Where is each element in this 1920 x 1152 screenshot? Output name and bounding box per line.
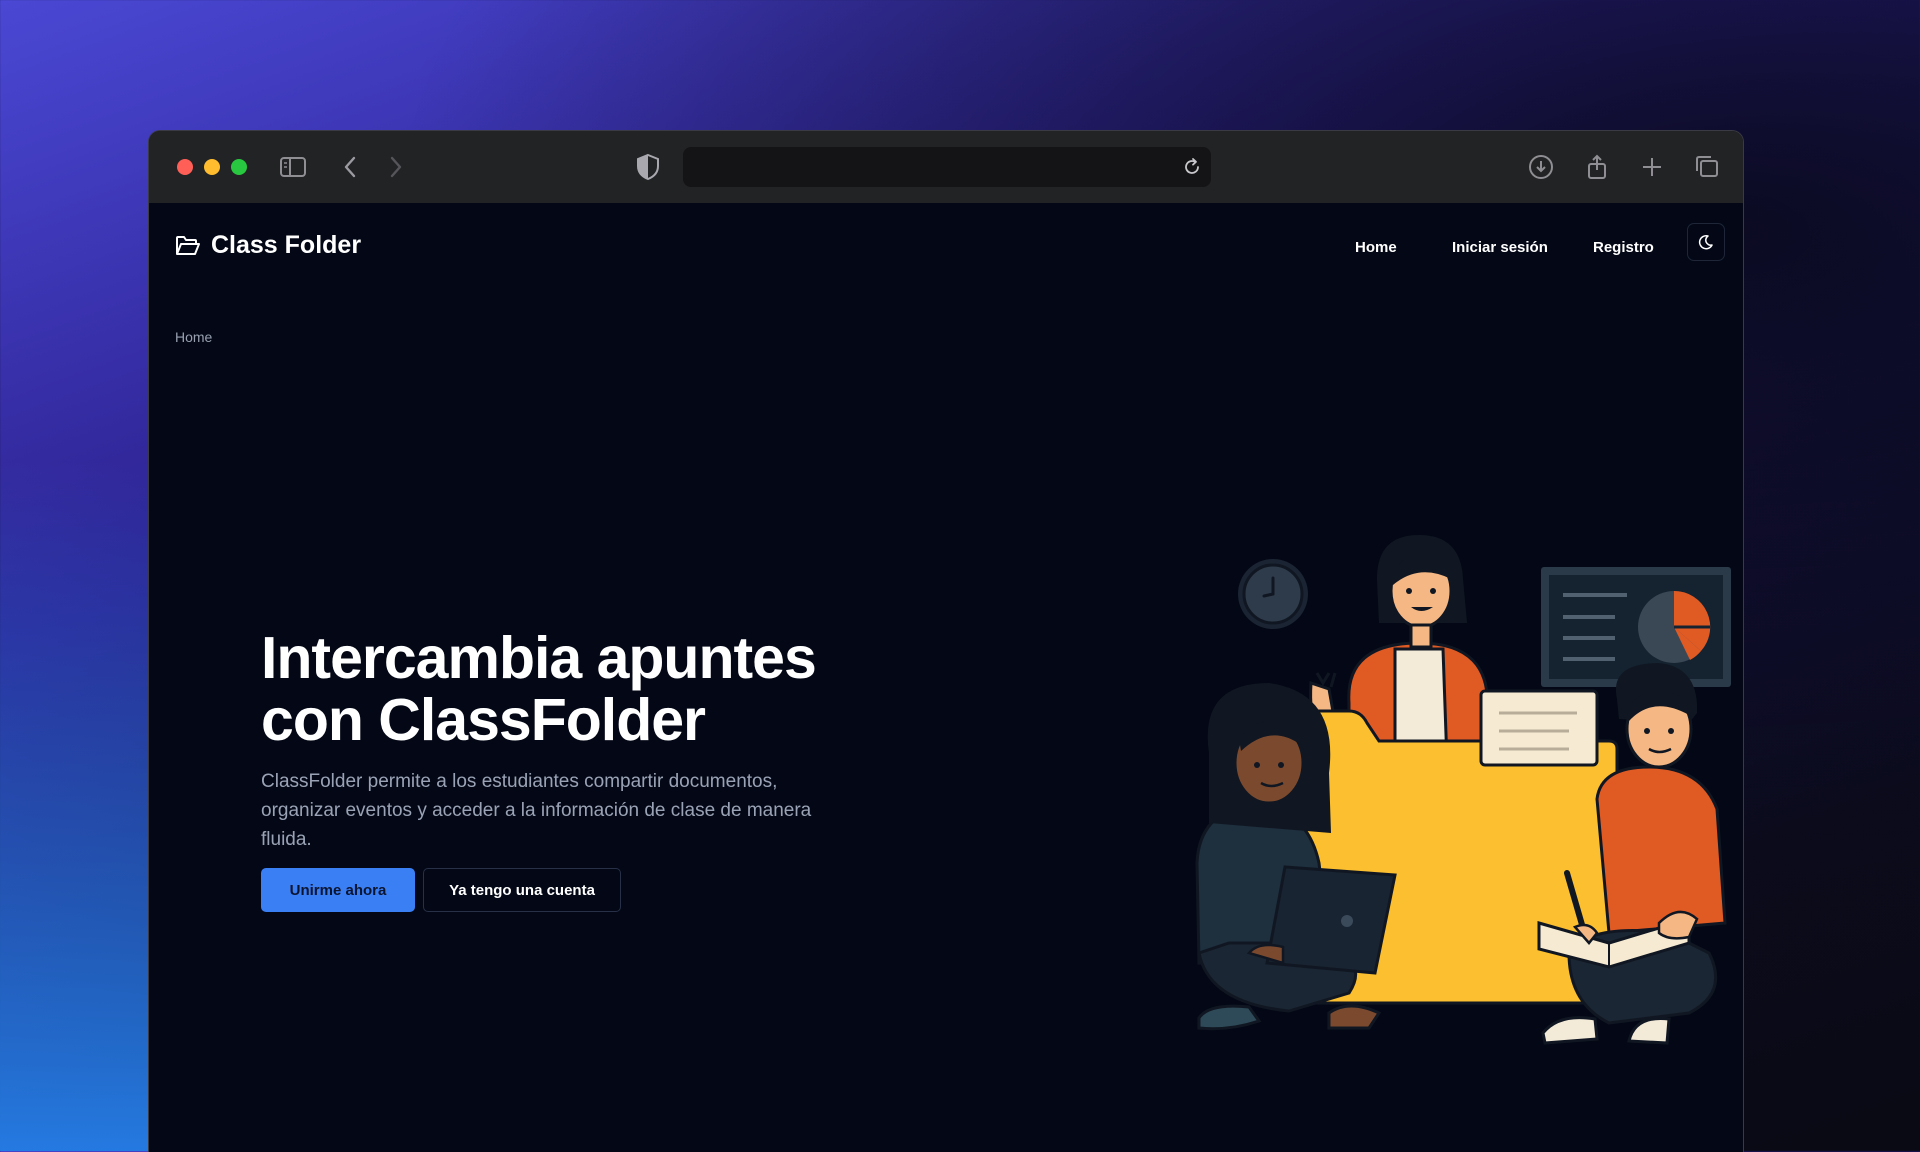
minimize-window-button[interactable] [204, 159, 220, 175]
forward-icon[interactable] [381, 153, 409, 181]
shield-icon[interactable] [635, 153, 661, 181]
close-window-button[interactable] [177, 159, 193, 175]
back-icon[interactable] [337, 153, 365, 181]
new-tab-icon[interactable] [1638, 153, 1666, 181]
share-icon[interactable] [1583, 153, 1611, 181]
nav-home[interactable]: Home [1355, 239, 1397, 256]
theme-toggle-button[interactable] [1687, 223, 1725, 261]
brand-name: Class Folder [211, 231, 362, 259]
download-icon[interactable] [1527, 153, 1555, 181]
nav-login[interactable]: Iniciar sesión [1452, 239, 1548, 256]
browser-window: Class Folder Home Iniciar sesión Registr… [148, 130, 1744, 1152]
have-account-button[interactable]: Ya tengo una cuenta [423, 868, 621, 912]
address-bar[interactable] [683, 147, 1211, 187]
sidebar-icon[interactable] [279, 153, 307, 181]
hero-title: Intercambia apuntes con ClassFolder [261, 625, 817, 753]
hero-description: ClassFolder permite a los estudiantes co… [261, 771, 812, 850]
join-now-button[interactable]: Unirme ahora [261, 868, 415, 912]
breadcrumb[interactable]: Home [175, 329, 212, 345]
reload-icon[interactable] [1181, 156, 1203, 178]
browser-toolbar [149, 131, 1743, 204]
folder-open-icon [176, 235, 200, 255]
tabs-overview-icon[interactable] [1693, 153, 1721, 181]
moon-icon [1698, 234, 1713, 250]
brand-link[interactable]: Class Folder [175, 231, 361, 260]
web-page: Class Folder Home Iniciar sesión Registr… [149, 203, 1743, 1152]
zoom-window-button[interactable] [231, 159, 247, 175]
nav-register[interactable]: Registro [1593, 239, 1654, 256]
hero-illustration [1195, 535, 1731, 1045]
clock-illustration [1238, 559, 1308, 629]
